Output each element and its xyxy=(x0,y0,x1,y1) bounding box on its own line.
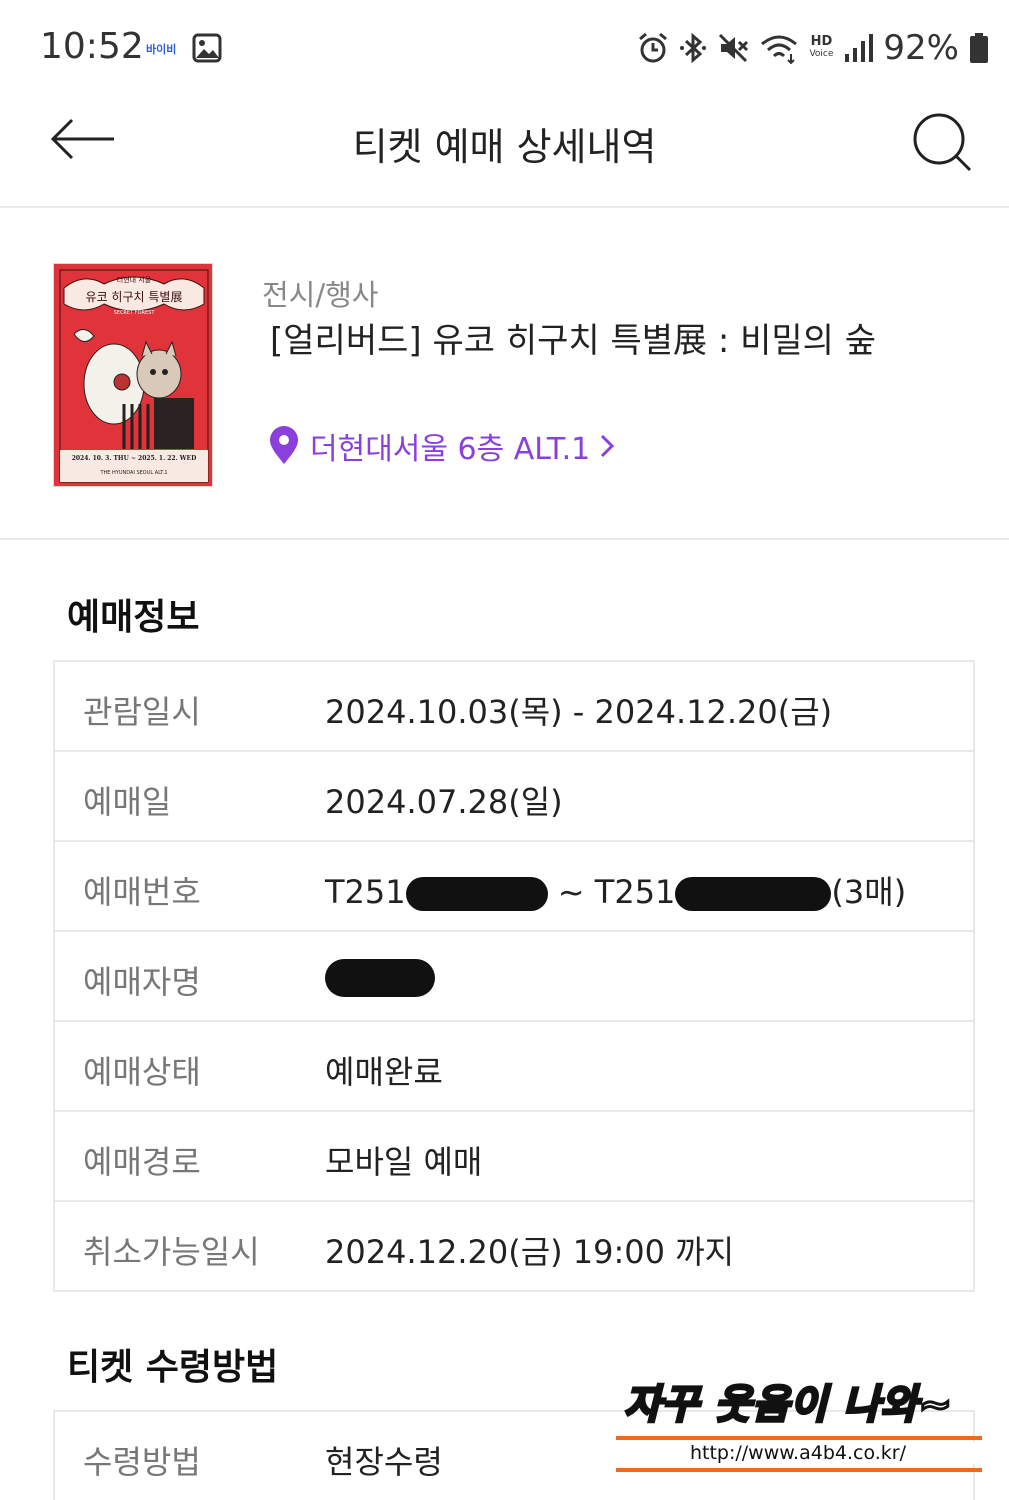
row-value: 2024.12.20(금) 19:00 까지 xyxy=(325,1233,735,1271)
location-pin-icon xyxy=(270,426,298,464)
reservation-info-table: 관람일시 2024.10.03(목) - 2024.12.20(금) 예매일 2… xyxy=(53,660,975,1292)
watermark: 자꾸 웃음이 나와~ http://www.a4b4.co.kr/ xyxy=(612,1372,984,1482)
status-bar: 10:52 바이비 HD Voice 92% xyxy=(0,0,1009,96)
booking-number-end-prefix: T251 xyxy=(594,873,676,911)
reservation-section-title: 예매정보 xyxy=(67,597,200,638)
redaction-mark xyxy=(325,959,435,997)
page-title: 티켓 예매 상세내역 xyxy=(352,125,657,169)
watermark-text: 자꾸 웃음이 나와~ xyxy=(623,1381,954,1430)
bluetooth-icon xyxy=(680,32,707,64)
voice-label: Voice xyxy=(809,49,834,59)
row-value: 현장수령 xyxy=(325,1443,443,1481)
battery-icon xyxy=(970,33,988,63)
chevron-right-icon xyxy=(601,434,615,458)
row-value: 예매완료 xyxy=(325,1053,443,1091)
booking-number-separator: ~ xyxy=(547,873,595,911)
row-value: 모바일 예매 xyxy=(325,1143,483,1181)
product-summary: 더현대 서울 유코 히구치 특별展 SECRET FOREST 2024. 10… xyxy=(0,210,1009,540)
status-icons: HD Voice 92% xyxy=(637,28,989,68)
delivery-section-title: 티켓 수령방법 xyxy=(67,1347,279,1388)
booker-name-value xyxy=(325,957,435,997)
row-label: 예매자명 xyxy=(83,963,201,1001)
signal-icon xyxy=(845,34,874,62)
venue-name: 더현대서울 6층 ALT.1 xyxy=(310,432,591,467)
mute-icon xyxy=(719,33,749,63)
watermark-divider xyxy=(616,1468,982,1472)
event-category: 전시/행사 xyxy=(262,278,379,312)
watermark-url: http://www.a4b4.co.kr/ xyxy=(612,1442,984,1464)
table-row: 예매번호 T251 ~ T251 (3매) xyxy=(55,842,973,932)
booking-number-value: T251 ~ T251 (3매) xyxy=(325,867,906,913)
table-row: 관람일시 2024.10.03(목) - 2024.12.20(금) xyxy=(55,662,973,752)
redaction-mark xyxy=(675,877,832,911)
svg-text:2024. 10. 3. THU ~ 2025. 1. 22: 2024. 10. 3. THU ~ 2025. 1. 22. WED xyxy=(72,455,197,462)
event-title: [얼리버드] 유코 히구치 특별展 : 비밀의 숲 xyxy=(270,321,877,361)
status-time: 10:52 xyxy=(40,26,144,67)
alarm-icon xyxy=(639,32,668,63)
row-label: 관람일시 xyxy=(83,693,201,731)
row-label: 예매번호 xyxy=(83,873,201,911)
hd-label: HD xyxy=(810,34,833,49)
venue-link[interactable]: 더현대서울 6층 ALT.1 xyxy=(266,424,616,468)
table-row: 취소가능일시 2024.12.20(금) 19:00 까지 xyxy=(55,1202,973,1292)
row-label: 수령방법 xyxy=(83,1443,201,1481)
row-value: 2024.10.03(목) - 2024.12.20(금) xyxy=(325,693,833,731)
row-label: 예매일 xyxy=(83,783,172,821)
redaction-mark xyxy=(405,877,548,911)
search-icon[interactable] xyxy=(908,108,978,178)
table-row: 예매일 2024.07.28(일) xyxy=(55,752,973,842)
app-notification-badge: 바이비 xyxy=(146,43,177,56)
row-label: 취소가능일시 xyxy=(83,1233,260,1271)
wifi-icon xyxy=(761,35,798,64)
svg-text:SECRET FOREST: SECRET FOREST xyxy=(114,310,156,316)
booking-number-start-prefix: T251 xyxy=(325,873,406,911)
table-row: 예매경로 모바일 예매 xyxy=(55,1112,973,1202)
table-row: 예매자명 xyxy=(55,932,973,1022)
hd-voice-icon: HD Voice xyxy=(809,34,834,60)
gallery-icon xyxy=(192,33,222,63)
svg-text:유코 히구치 특별展: 유코 히구치 특별展 xyxy=(86,290,183,304)
svg-text:더현대 서울: 더현대 서울 xyxy=(117,275,152,284)
battery-percent: 92% xyxy=(883,28,959,68)
ticket-count: (3매) xyxy=(831,873,907,911)
event-poster[interactable]: 더현대 서울 유코 히구치 특별展 SECRET FOREST 2024. 10… xyxy=(53,263,213,487)
row-label: 예매상태 xyxy=(83,1053,201,1091)
table-row: 예매상태 예매완료 xyxy=(55,1022,973,1112)
row-value: 2024.07.28(일) xyxy=(325,783,563,821)
row-label: 예매경로 xyxy=(83,1143,201,1181)
svg-text:THE HYUNDAI SEOUL ALT.1: THE HYUNDAI SEOUL ALT.1 xyxy=(99,470,167,476)
watermark-divider xyxy=(616,1436,982,1440)
app-header: 티켓 예매 상세내역 xyxy=(0,96,1009,208)
